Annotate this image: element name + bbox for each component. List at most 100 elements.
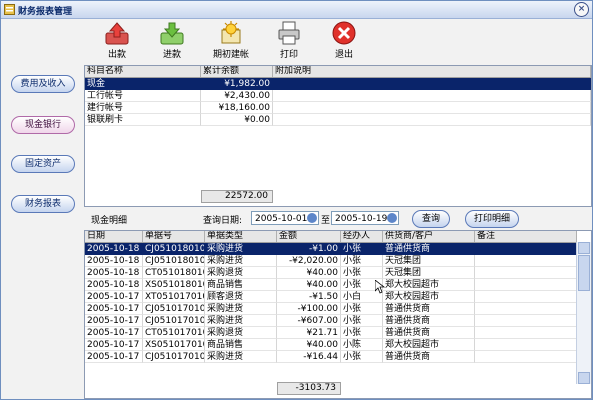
- date-to-picker[interactable]: 2005-10-19: [331, 211, 399, 225]
- query-button[interactable]: 查询: [412, 210, 450, 228]
- table-cell: CJ051017010003: [143, 351, 205, 363]
- column-header[interactable]: 备注: [475, 231, 577, 242]
- print-detail-button[interactable]: 打印明细: [465, 210, 519, 228]
- table-row[interactable]: 银联刷卡 ¥0.00: [85, 114, 591, 126]
- column-header[interactable]: 科目名称: [85, 66, 201, 77]
- print-button[interactable]: 打印: [267, 21, 311, 61]
- table-cell: [475, 351, 577, 363]
- column-header[interactable]: 累计余额: [201, 66, 273, 77]
- table-cell: 郑大校园超市: [383, 291, 475, 303]
- table-cell: CT051017010001: [143, 327, 205, 339]
- column-header[interactable]: 经办人: [341, 231, 383, 242]
- exit-x-icon: [332, 21, 356, 45]
- table-cell: [475, 243, 577, 255]
- sidebar: 费用及收入 现金银行 固定资产 财务报表: [1, 61, 83, 399]
- to-label: 至: [321, 216, 331, 226]
- finance-report-window: 财务报表管理 × 出款 进款 期初建帐 打印 退出 费用及收入 现金银行 固定资…: [0, 0, 593, 400]
- table-cell: 小张: [341, 315, 383, 327]
- mouse-cursor-icon: [375, 280, 385, 294]
- calendar-spin-icon[interactable]: [387, 213, 397, 223]
- upload-arrow-icon: [105, 22, 129, 45]
- column-header[interactable]: 日期: [85, 231, 143, 242]
- table-cell: 2005-10-18: [85, 267, 143, 279]
- table-cell: 天冠集团: [383, 255, 475, 267]
- table-cell: 郑大校园超市: [383, 279, 475, 291]
- column-header[interactable]: 供货商/客户: [383, 231, 475, 242]
- table-cell: [475, 255, 577, 267]
- details-grid: 日期 单据号 单据类型 金额 经办人 供货商/客户 备注 2005-10-18 C…: [84, 230, 592, 399]
- table-cell: 普通供货商: [383, 243, 475, 255]
- date-label: 查询日期:: [203, 216, 243, 226]
- table-cell: 普通供货商: [383, 351, 475, 363]
- column-header[interactable]: 单据号: [143, 231, 205, 242]
- table-row[interactable]: 2005-10-17XS051017010001商品销售¥40.00小陈郑大校园…: [85, 339, 577, 351]
- table-cell: [475, 315, 577, 327]
- table-row[interactable]: 2005-10-17XT051017010001顾客退货-¥1.50小白郑大校园…: [85, 291, 577, 303]
- section-label: 现金明细: [91, 216, 128, 226]
- table-cell: 小张: [341, 351, 383, 363]
- table-row[interactable]: 2005-10-18CJ051018010004采购进货-¥1.00小张普通供货…: [85, 243, 577, 255]
- table-cell: CT051018010001: [143, 267, 205, 279]
- table-cell: 小张: [341, 255, 383, 267]
- table-row[interactable]: 2005-10-18CT051018010001采购退货¥40.00小张天冠集团: [85, 267, 577, 279]
- opening-account-button[interactable]: 期初建帐: [205, 21, 257, 61]
- table-cell: -¥607.00: [277, 315, 341, 327]
- sidebar-item-cash-bank[interactable]: 现金银行: [11, 116, 75, 134]
- table-cell: -¥2,020.00: [277, 255, 341, 267]
- calendar-spin-icon[interactable]: [307, 213, 317, 223]
- table-cell: 小张: [341, 303, 383, 315]
- sidebar-item-financial-reports[interactable]: 财务报表: [11, 195, 75, 213]
- sidebar-item-expenses-income[interactable]: 费用及收入: [11, 75, 75, 93]
- scroll-down-icon[interactable]: [578, 372, 590, 384]
- table-cell: 商品销售: [205, 339, 277, 351]
- table-cell: 采购进货: [205, 243, 277, 255]
- table-cell: 2005-10-18: [85, 279, 143, 291]
- accounts-grid: 科目名称 累计余额 附加说明 现金 ¥1,982.00 工行帐号 ¥2,430.…: [84, 65, 592, 207]
- table-row[interactable]: 2005-10-17CJ051017010002采购进货-¥607.00小张普通…: [85, 315, 577, 327]
- title-bar: 财务报表管理 ×: [1, 1, 592, 19]
- vertical-scrollbar[interactable]: [576, 242, 591, 384]
- out-button[interactable]: 出款: [95, 21, 139, 61]
- table-row[interactable]: 2005-10-17CT051017010001采购退货¥21.71小张普通供货…: [85, 327, 577, 339]
- table-cell: 采购进货: [205, 303, 277, 315]
- table-cell: ¥40.00: [277, 279, 341, 291]
- table-cell: 采购进货: [205, 351, 277, 363]
- table-row[interactable]: 2005-10-17CJ051017010003采购进货-¥16.44小张普通供…: [85, 351, 577, 363]
- table-cell: 采购退货: [205, 327, 277, 339]
- table-row[interactable]: 2005-10-18CJ051018010003采购进货-¥2,020.00小张…: [85, 255, 577, 267]
- table-row[interactable]: 2005-10-18XS051018010001商品销售¥40.00小张郑大校园…: [85, 279, 577, 291]
- table-cell: 商品销售: [205, 279, 277, 291]
- in-button[interactable]: 进款: [150, 21, 194, 61]
- scroll-thumb[interactable]: [578, 255, 590, 291]
- table-cell: [475, 279, 577, 291]
- scroll-up-icon[interactable]: [578, 242, 590, 254]
- table-cell: 小张: [341, 327, 383, 339]
- table-cell: -¥1.00: [277, 243, 341, 255]
- date-from-picker[interactable]: 2005-10-01: [251, 211, 319, 225]
- column-header[interactable]: 单据类型: [205, 231, 277, 242]
- sidebar-item-fixed-assets[interactable]: 固定资产: [11, 155, 75, 173]
- window-title: 财务报表管理: [18, 7, 73, 17]
- table-cell: 郑大校园超市: [383, 339, 475, 351]
- exit-button[interactable]: 退出: [322, 21, 366, 61]
- table-cell: CJ051017010002: [143, 315, 205, 327]
- printer-icon: [278, 21, 300, 45]
- table-row[interactable]: 2005-10-17CJ051017010001采购进货-¥100.00小张普通…: [85, 303, 577, 315]
- column-header[interactable]: 金额: [277, 231, 341, 242]
- column-header[interactable]: 附加说明: [273, 66, 591, 77]
- download-arrow-icon: [160, 22, 184, 45]
- app-icon: [4, 4, 15, 15]
- table-cell: [475, 267, 577, 279]
- table-row[interactable]: 工行帐号 ¥2,430.00: [85, 90, 591, 102]
- table-cell: 天冠集团: [383, 267, 475, 279]
- table-cell: 2005-10-17: [85, 291, 143, 303]
- toolbar: 出款 进款 期初建帐 打印 退出: [85, 19, 592, 61]
- table-cell: 小陈: [341, 339, 383, 351]
- table-cell: 小张: [341, 243, 383, 255]
- table-row[interactable]: 现金 ¥1,982.00: [85, 78, 591, 90]
- table-row[interactable]: 建行帐号 ¥18,160.00: [85, 102, 591, 114]
- query-bar: 现金明细 查询日期: 2005-10-01 至 2005-10-19 查询 打印…: [85, 208, 592, 230]
- close-icon[interactable]: ×: [574, 2, 589, 17]
- table-cell: 2005-10-17: [85, 351, 143, 363]
- new-ledger-icon: [221, 21, 241, 44]
